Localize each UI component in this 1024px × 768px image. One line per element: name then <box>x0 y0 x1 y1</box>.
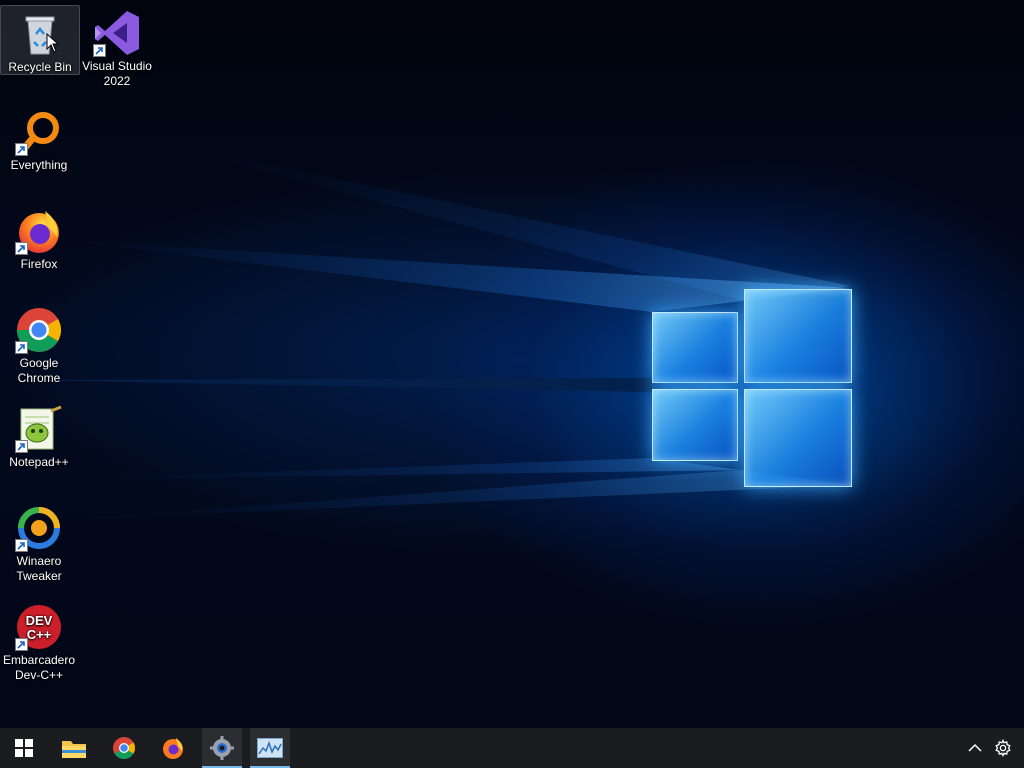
dev-cpp-icon: DEV C++ <box>15 603 63 651</box>
desktop[interactable]: Recycle Bin Visual Studio 2022 Everythin… <box>0 0 1024 728</box>
desktop-icon-label: Notepad++ <box>9 455 69 469</box>
shortcut-arrow-icon <box>15 539 28 552</box>
desktop-icon-embarcadero-dev-cpp[interactable]: DEV C++ Embarcadero Dev-C++ <box>0 599 78 683</box>
taskbar-file-explorer[interactable] <box>50 728 98 768</box>
desktop-icon-label: Everything <box>10 158 68 172</box>
desktop-icon-label: Recycle Bin <box>8 60 72 74</box>
desktop-icon-firefox[interactable]: Firefox <box>0 203 78 272</box>
everything-search-icon <box>15 108 63 156</box>
taskbar-resource-monitor[interactable] <box>250 728 290 768</box>
visual-studio-icon <box>93 9 141 57</box>
notepad-plus-plus-icon <box>15 405 63 453</box>
desktop-icon-google-chrome[interactable]: Google Chrome <box>0 302 78 386</box>
start-button[interactable] <box>0 728 48 768</box>
desktop-icon-label: Firefox <box>20 257 58 271</box>
desktop-icon-notepad-plus-plus[interactable]: Notepad++ <box>0 401 78 470</box>
shortcut-arrow-icon <box>15 341 28 354</box>
chrome-icon <box>15 306 63 354</box>
shortcut-arrow-icon <box>93 44 106 57</box>
start-icon <box>15 739 33 757</box>
wallpaper-light-beams <box>20 140 850 520</box>
chrome-icon <box>113 737 135 759</box>
winaero-tweaker-icon <box>15 504 63 552</box>
desktop-icon-label: Embarcadero Dev-C++ <box>2 653 76 682</box>
desktop-icon-label: Winaero Tweaker <box>16 554 62 583</box>
settings-app-icon <box>210 736 234 760</box>
desktop-icon-visual-studio-2022[interactable]: Visual Studio 2022 <box>78 5 156 89</box>
firefox-icon <box>163 738 183 759</box>
taskbar-chrome[interactable] <box>100 728 148 768</box>
settings-gear-icon <box>995 739 1011 757</box>
taskbar-firefox[interactable] <box>149 728 197 768</box>
svg-text:C++: C++ <box>27 627 52 642</box>
desktop-icon-everything[interactable]: Everything <box>0 104 78 173</box>
desktop-icon-recycle-bin[interactable]: Recycle Bin <box>0 5 80 75</box>
resource-monitor-icon <box>257 738 283 758</box>
taskbar-settings-app[interactable] <box>202 728 242 768</box>
desktop-icon-label: Google Chrome <box>17 356 61 385</box>
firefox-icon <box>15 207 63 255</box>
shortcut-arrow-icon <box>15 143 28 156</box>
file-explorer-icon <box>62 741 86 758</box>
shortcut-arrow-icon <box>15 242 28 255</box>
svg-text:DEV: DEV <box>26 613 53 628</box>
taskbar <box>0 728 1024 768</box>
show-hidden-icons-button[interactable] <box>962 728 988 768</box>
shortcut-arrow-icon <box>15 440 28 453</box>
desktop-icon-label: Visual Studio 2022 <box>82 59 152 88</box>
desktop-icon-winaero-tweaker[interactable]: Winaero Tweaker <box>0 500 78 584</box>
mouse-cursor-icon <box>46 33 60 53</box>
tray-settings-button[interactable] <box>990 728 1016 768</box>
show-hidden-icons-chevron-icon <box>968 743 982 752</box>
shortcut-arrow-icon <box>15 638 28 651</box>
